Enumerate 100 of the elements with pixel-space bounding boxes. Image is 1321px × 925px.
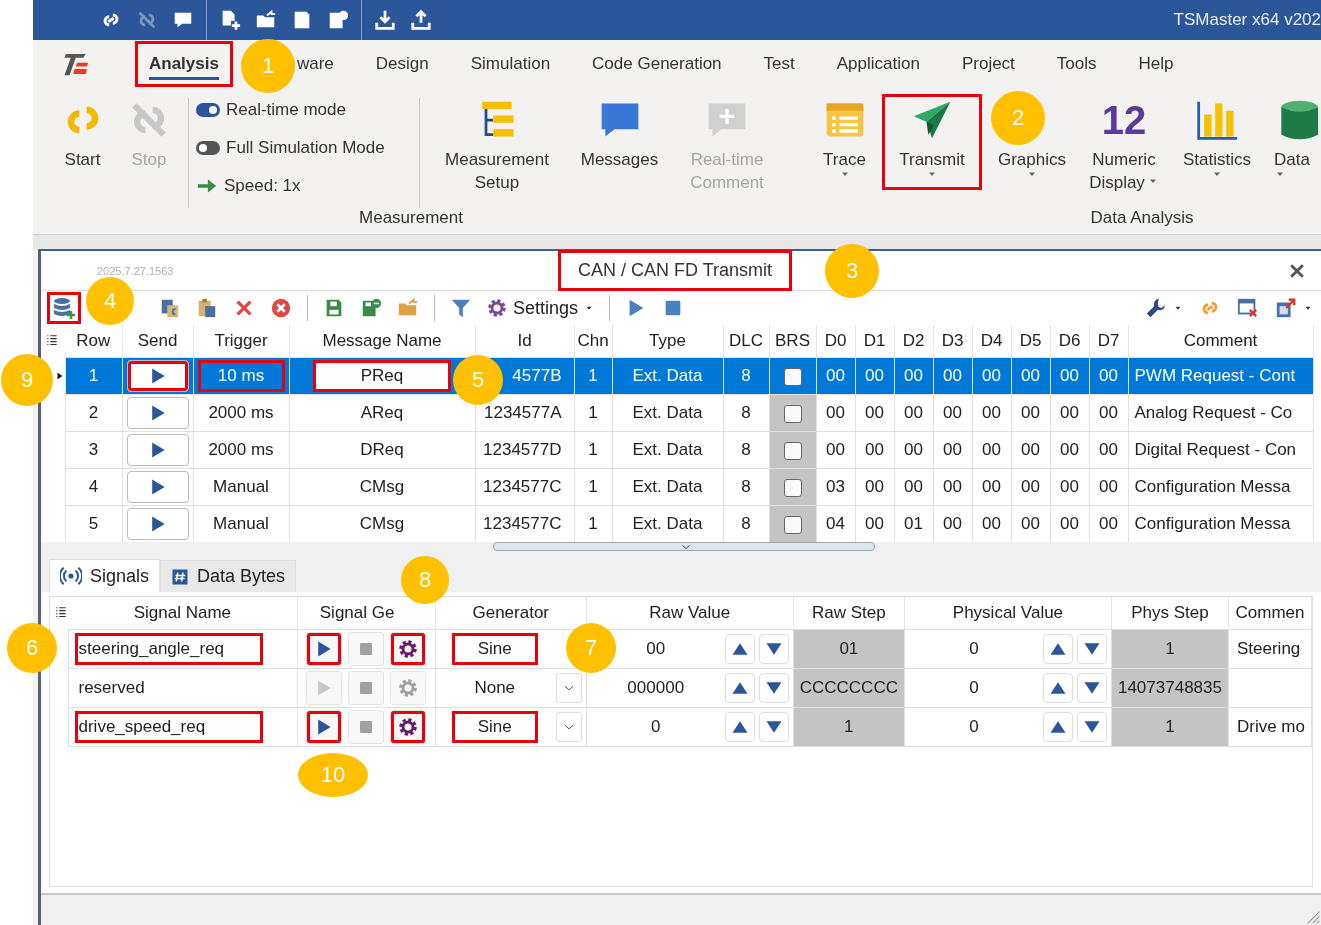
option-label[interactable]: Full Simulation Mode	[226, 137, 385, 158]
generator-value: Sine	[451, 711, 538, 743]
increment-button[interactable]	[724, 712, 755, 742]
send-button[interactable]	[126, 434, 189, 466]
save-as-icon[interactable]	[360, 297, 382, 319]
table-cell-text: 00	[825, 403, 846, 423]
send-button[interactable]	[126, 508, 189, 540]
decrement-button[interactable]	[1076, 673, 1107, 703]
ribbon-button[interactable]: 12 Numeric Display	[1082, 94, 1166, 196]
ribbon-button[interactable]: Measurement Setup	[432, 94, 562, 196]
table-cell-text: 00	[942, 440, 963, 460]
stop-button[interactable]	[347, 710, 384, 744]
increment-button[interactable]	[724, 634, 755, 664]
table-cell-text: 04	[825, 514, 846, 534]
menu-tab[interactable]: Simulation	[470, 41, 551, 87]
menu-tab[interactable]: Help	[1138, 41, 1174, 87]
export-icon[interactable]	[1275, 297, 1297, 319]
table-cell-text: 1	[587, 403, 599, 423]
tab[interactable]: Signals	[49, 559, 161, 592]
column-header[interactable]: Signal Name	[68, 597, 298, 630]
wrench-icon[interactable]	[1145, 297, 1167, 319]
checkbox[interactable]	[783, 367, 802, 386]
table-cell-text: Digital Request - Con	[1133, 440, 1298, 460]
menu-tab[interactable]: Application	[836, 41, 920, 87]
increment-button[interactable]	[724, 673, 755, 703]
settings-icon	[397, 717, 418, 737]
close-window-icon[interactable]	[1237, 297, 1259, 319]
ribbon-button[interactable]: Data	[1268, 94, 1321, 188]
table-cell-text: 00	[1020, 366, 1041, 386]
table-cell-text: Manual	[212, 514, 270, 534]
checkbox[interactable]	[783, 515, 802, 534]
filter-icon[interactable]	[450, 297, 472, 319]
option-label[interactable]: Speed: 1x	[224, 175, 301, 196]
table-cell-text: 00	[864, 477, 885, 497]
ribbon-button[interactable]: Messages	[562, 94, 677, 173]
table-cell-text: 1	[1164, 717, 1176, 737]
paste-icon[interactable]	[196, 297, 218, 319]
table-cell-text: 00	[981, 403, 1002, 423]
stop-button[interactable]	[347, 632, 384, 666]
stop-button[interactable]	[347, 671, 384, 705]
toggle-switch[interactable]	[196, 140, 220, 155]
ribbon-button[interactable]: Graphics	[982, 148, 1082, 188]
ribbon-button[interactable]: Start	[45, 94, 120, 173]
increment-button[interactable]	[1042, 712, 1073, 742]
checkbox[interactable]	[783, 478, 802, 497]
settings-button[interactable]	[389, 632, 426, 666]
settings-button[interactable]: Settings	[487, 297, 595, 319]
add-button[interactable]	[47, 292, 81, 324]
upload-icon[interactable]	[410, 9, 432, 31]
table-cell-text: 1	[587, 514, 599, 534]
send-button[interactable]	[126, 471, 189, 503]
group-label: Data Analysis	[1089, 208, 1195, 229]
play-button[interactable]	[305, 710, 342, 744]
panel-title: CAN / CAN FD Transmit	[558, 250, 793, 291]
settings-button[interactable]	[389, 710, 426, 744]
menu-tab[interactable]: Tools	[1056, 41, 1097, 87]
column-header[interactable]: Physical Value	[904, 597, 1112, 630]
ribbon-button[interactable]: Trace	[807, 94, 882, 188]
table-cell-text: 00	[1098, 366, 1119, 386]
checkbox[interactable]	[783, 441, 802, 460]
window-title: TSMaster x64 v202	[1173, 10, 1321, 30]
play-button[interactable]	[305, 632, 342, 666]
table-cell-text: CMsg	[358, 477, 406, 497]
decrement-button[interactable]	[758, 712, 789, 742]
table-cell-text: Ext. Data	[631, 477, 704, 497]
toggle-switch[interactable]	[196, 102, 220, 117]
save-as-icon[interactable]	[327, 9, 349, 31]
table-cell-text: 1234577C	[482, 477, 563, 497]
menu-tab[interactable]: Code Generation	[592, 41, 722, 87]
table-cell-text: 00	[942, 477, 963, 497]
table-cell-text: 00	[1059, 366, 1080, 386]
menu-tab[interactable]: Design	[375, 41, 429, 87]
row-number: 2	[87, 403, 100, 423]
increment-button[interactable]	[1042, 634, 1073, 664]
table-cell-text: 1234577D	[482, 440, 563, 460]
menu-tab[interactable]: Analysis	[135, 41, 233, 87]
download-icon[interactable]	[374, 9, 396, 31]
cancel-icon[interactable]	[270, 297, 292, 319]
tab[interactable]: Data Bytes	[160, 560, 297, 592]
decrement-button[interactable]	[1076, 634, 1107, 664]
menu-tab[interactable]: Project	[961, 41, 1015, 87]
table-cell-text: 0	[650, 717, 662, 737]
decrement-button[interactable]	[758, 634, 789, 664]
signal-name: steering_angle_req	[74, 633, 263, 665]
ribbon-button[interactable]: Statistics	[1166, 94, 1268, 188]
table-cell-text: 00	[981, 440, 1002, 460]
scrollbar-thumb[interactable]	[493, 542, 875, 551]
menu-tab[interactable]: Test	[763, 41, 795, 87]
decrement-button[interactable]	[1076, 712, 1107, 742]
send-button[interactable]	[126, 360, 189, 392]
menu-tab[interactable]: ware	[296, 41, 334, 87]
decrement-button[interactable]	[758, 673, 789, 703]
increment-button[interactable]	[1042, 673, 1073, 703]
table-cell-text: 8	[740, 477, 752, 497]
ribbon-button[interactable]: Transmit	[882, 94, 982, 190]
column-header[interactable]: Commen	[1228, 597, 1312, 630]
send-button[interactable]	[126, 397, 189, 429]
option-label[interactable]: Real-time mode	[226, 99, 346, 120]
checkbox[interactable]	[783, 404, 802, 423]
copy-icon[interactable]	[159, 297, 181, 319]
